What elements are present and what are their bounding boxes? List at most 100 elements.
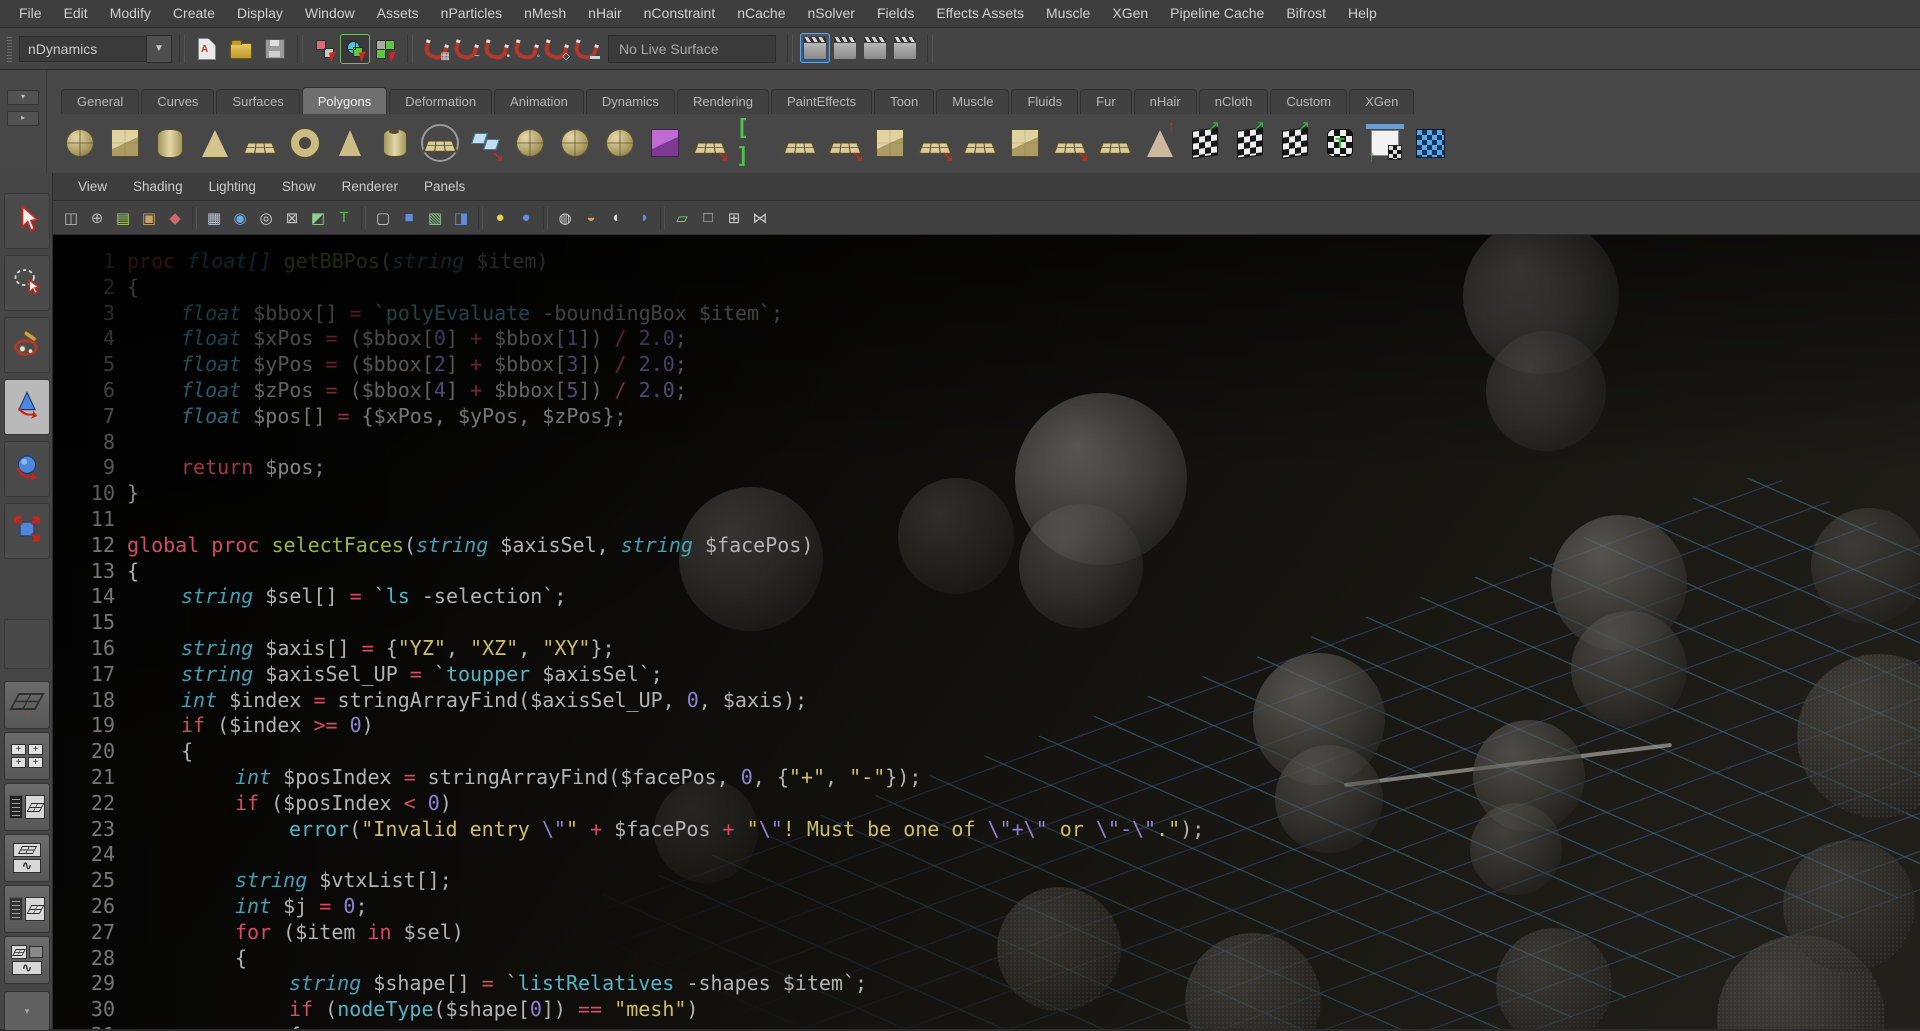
panel-menu-lighting[interactable]: Lighting bbox=[196, 173, 269, 200]
bounding-box-icon[interactable]: ⊠ bbox=[280, 206, 304, 230]
shelf-tab-muscle[interactable]: Muscle bbox=[936, 89, 1009, 114]
cube-pair-icon[interactable]: ⊞ bbox=[722, 206, 746, 230]
new-scene-button[interactable]: A bbox=[192, 34, 222, 64]
dome-light-icon[interactable]: ◒ bbox=[579, 206, 603, 230]
last-tool-slot[interactable] bbox=[4, 619, 50, 669]
shelf-item-combine[interactable] bbox=[646, 124, 684, 162]
shelf-item-poly-helix[interactable] bbox=[511, 124, 549, 162]
menu-help[interactable]: Help bbox=[1337, 0, 1388, 27]
shelf-tab-polygons[interactable]: Polygons bbox=[302, 87, 387, 114]
ipr-render-button[interactable] bbox=[860, 33, 890, 63]
save-scene-button[interactable] bbox=[260, 34, 290, 64]
shelf-item-sculpt-sphere[interactable] bbox=[601, 124, 639, 162]
shelf-item-poly-cone[interactable] bbox=[196, 124, 234, 162]
ambient-light-icon[interactable]: ● bbox=[514, 206, 538, 230]
menu-ncache[interactable]: nCache bbox=[726, 0, 796, 27]
flat-shade-icon[interactable]: ◎ bbox=[254, 206, 278, 230]
use-all-lights-icon[interactable]: T bbox=[332, 206, 356, 230]
shelf-tab-painteffects[interactable]: PaintEffects bbox=[771, 89, 872, 114]
shelf-item-uv-automatic-mapping[interactable]: T bbox=[1321, 124, 1359, 162]
shelf-tab-general[interactable]: General bbox=[61, 89, 139, 114]
menu-nconstraint[interactable]: nConstraint bbox=[633, 0, 727, 27]
shelf-item-boolean-union[interactable] bbox=[871, 124, 909, 162]
exposure-icon[interactable]: ◑ bbox=[631, 206, 655, 230]
shelf-item-bridge[interactable]: ↘ bbox=[826, 124, 864, 162]
menu-effects-assets[interactable]: Effects Assets bbox=[925, 0, 1035, 27]
image-plane-icon[interactable]: ▣ bbox=[137, 206, 161, 230]
grease-pencil-icon[interactable]: ◆ bbox=[163, 206, 187, 230]
shelf-item-poly-torus[interactable] bbox=[286, 124, 324, 162]
menu-nmesh[interactable]: nMesh bbox=[513, 0, 577, 27]
menu-nsolver[interactable]: nSolver bbox=[797, 0, 866, 27]
menu-nhair[interactable]: nHair bbox=[577, 0, 632, 27]
shelf-item-extrude[interactable]: ↘ bbox=[691, 124, 729, 162]
snap-to-projected-center-button[interactable]: ◦ bbox=[510, 33, 540, 63]
shelf-tab-fur[interactable]: Fur bbox=[1080, 89, 1132, 114]
shelf-tab-nhair[interactable]: nHair bbox=[1134, 89, 1197, 114]
layout-persp-graph-button[interactable]: ∿ bbox=[4, 834, 50, 882]
shelf-item-poly-platonic[interactable] bbox=[421, 124, 459, 162]
open-render-view-button[interactable] bbox=[800, 33, 830, 63]
shelf-tab-custom[interactable]: Custom bbox=[1270, 89, 1347, 114]
default-light-icon[interactable]: ● bbox=[488, 206, 512, 230]
xray-icon[interactable]: ◨ bbox=[449, 206, 473, 230]
shelf-item-poly-sphere[interactable] bbox=[61, 124, 99, 162]
shelf-item-uv-spherical-mapping[interactable]: ↗ bbox=[1276, 124, 1314, 162]
menu-fields[interactable]: Fields bbox=[866, 0, 925, 27]
shelf-item-multi-cut[interactable] bbox=[1096, 124, 1134, 162]
layout-more-button[interactable]: ▾ bbox=[4, 991, 50, 1031]
shelf-item-uv-planar-mapping[interactable]: ↗ bbox=[1186, 124, 1224, 162]
scale-tool-button[interactable] bbox=[4, 503, 50, 559]
menu-nparticles[interactable]: nParticles bbox=[430, 0, 513, 27]
render-settings-button[interactable] bbox=[890, 33, 920, 63]
menu-muscle[interactable]: Muscle bbox=[1035, 0, 1101, 27]
isolate-select-icon[interactable]: ▧ bbox=[423, 206, 447, 230]
shelf-item-merge-vertices[interactable] bbox=[781, 124, 819, 162]
shelf-item-reduce[interactable]: ↘ bbox=[1051, 124, 1089, 162]
shelf-item-smooth[interactable] bbox=[961, 124, 999, 162]
rotate-tool-button[interactable] bbox=[4, 441, 50, 497]
panel-menu-panels[interactable]: Panels bbox=[411, 173, 478, 200]
shelf-tab-rendering[interactable]: Rendering bbox=[677, 89, 769, 114]
menu-edit[interactable]: Edit bbox=[53, 0, 99, 27]
shelf-item-poly-cylinder[interactable] bbox=[151, 124, 189, 162]
shelf-tab-ncloth[interactable]: nCloth bbox=[1199, 89, 1269, 114]
paint-select-tool-button[interactable] bbox=[4, 317, 50, 373]
shelf-tab-menu-button[interactable]: ▾ bbox=[7, 90, 39, 105]
layout-hypershade-persp-button[interactable] bbox=[4, 885, 50, 933]
shelf-item-mirror-geometry[interactable]: ↘ bbox=[916, 124, 954, 162]
lamp-icon[interactable]: ◍ bbox=[553, 206, 577, 230]
shelf-tab-dynamics[interactable]: Dynamics bbox=[586, 89, 675, 114]
menu-set-dropdown[interactable]: nDynamics ▼ bbox=[19, 36, 172, 62]
shelf-item-interactive-creation[interactable]: ↘ bbox=[466, 124, 504, 162]
plugin-shapes-icon[interactable]: ▱ bbox=[670, 206, 694, 230]
shelf-tab-animation[interactable]: Animation bbox=[494, 89, 584, 114]
panel-menu-shading[interactable]: Shading bbox=[120, 173, 196, 200]
select-component-button[interactable] bbox=[370, 34, 400, 64]
menu-file[interactable]: File bbox=[8, 0, 53, 27]
menu-create[interactable]: Create bbox=[162, 0, 226, 27]
shelf-item-poly-pyramid[interactable] bbox=[331, 124, 369, 162]
snap-to-view-plane-button[interactable]: ◇ bbox=[540, 33, 570, 63]
shelf-tab-xgen[interactable]: XGen bbox=[1349, 89, 1414, 114]
menu-modify[interactable]: Modify bbox=[99, 0, 162, 27]
bookmarks-icon[interactable]: ▤ bbox=[111, 206, 135, 230]
shelf-item-poly-cube[interactable] bbox=[106, 124, 144, 162]
layout-single-perspective-button[interactable]: ⌁ bbox=[4, 681, 50, 729]
menu-xgen[interactable]: XGen bbox=[1101, 0, 1159, 27]
shelf-tab-surfaces[interactable]: Surfaces bbox=[216, 89, 299, 114]
layout-four-view-button[interactable]: ++++ bbox=[4, 732, 50, 780]
shelf-collapse-button[interactable]: ▸ bbox=[7, 111, 39, 126]
select-camera-icon[interactable]: ◫ bbox=[59, 206, 83, 230]
menu-display[interactable]: Display bbox=[226, 0, 294, 27]
shelf-item-poly-pipe[interactable] bbox=[376, 124, 414, 162]
contrast-icon[interactable]: ◐ bbox=[605, 206, 629, 230]
menu-bifrost[interactable]: Bifrost bbox=[1275, 0, 1337, 27]
shelf-item-poly-plane[interactable] bbox=[241, 124, 279, 162]
shelf-item-append-to-poly[interactable]: [ ] bbox=[736, 124, 774, 162]
shelf-item-bevel[interactable] bbox=[1006, 124, 1044, 162]
snap-to-grid-button[interactable]: ▦ bbox=[420, 33, 450, 63]
shelf-item-poly-soccer-ball[interactable] bbox=[556, 124, 594, 162]
lasso-tool-button[interactable] bbox=[4, 255, 50, 311]
menu-assets[interactable]: Assets bbox=[366, 0, 430, 27]
